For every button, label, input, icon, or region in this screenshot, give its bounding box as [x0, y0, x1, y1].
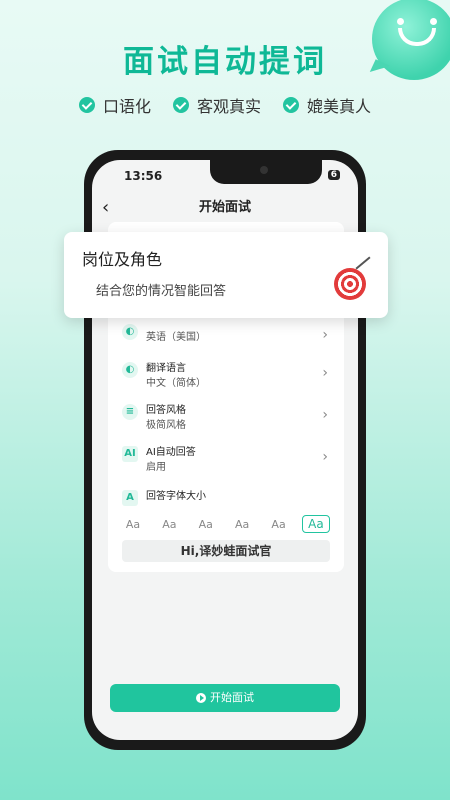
feature-item: 媲美真人 — [283, 93, 371, 117]
feature-item: 客观真实 — [172, 93, 261, 117]
font-size-options: Aa Aa Aa Aa Aa Aa — [120, 515, 330, 533]
list-icon: ≡ — [122, 404, 138, 420]
status-time: 13:56 — [124, 169, 163, 183]
phone-notch — [210, 160, 322, 184]
popup-subtitle: 结合您的情况智能回答 — [96, 284, 227, 299]
font-size-option[interactable]: Aa — [156, 518, 182, 531]
globe-icon: ◐ — [122, 324, 138, 340]
play-icon — [196, 693, 206, 703]
feature-list: 口语化 客观真实 媲美真人 — [0, 93, 450, 117]
setting-row-translate-language[interactable]: ◐ 翻译语言 中文（简体） › — [120, 356, 332, 396]
check-icon — [78, 97, 95, 113]
dart-icon — [355, 256, 371, 270]
check-icon — [172, 97, 189, 113]
font-size-option-selected[interactable]: Aa — [301, 515, 330, 533]
chevron-right-icon: › — [322, 327, 328, 343]
chevron-right-icon: › — [322, 365, 328, 381]
nav-bar: ‹ 开始面试 — [92, 196, 358, 220]
battery-icon: 6 — [327, 169, 340, 180]
start-interview-button[interactable]: 开始面试 — [110, 684, 340, 712]
popup-title: 岗位及角色 — [82, 250, 163, 269]
position-role-popup[interactable]: 岗位及角色 结合您的情况智能回答 — [64, 232, 388, 318]
font-preview: Hi,译妙蛙面试官 — [122, 540, 330, 562]
promo-headline: 面试自动提词 — [123, 44, 327, 80]
target-icon — [334, 268, 366, 300]
font-size-option[interactable]: Aa — [229, 518, 255, 531]
ai-icon: AI — [122, 446, 138, 462]
chevron-right-icon: › — [322, 449, 328, 465]
font-size-label-row: A 回答字体大小 — [120, 484, 332, 508]
font-size-option[interactable]: Aa — [193, 518, 219, 531]
chevron-right-icon: › — [322, 407, 328, 423]
font-size-option[interactable]: Aa — [120, 518, 146, 531]
back-arrow-icon[interactable]: ‹ — [102, 196, 109, 220]
font-size-icon: A — [122, 490, 138, 506]
check-icon — [283, 97, 299, 113]
font-size-option[interactable]: Aa — [266, 518, 292, 531]
camera-icon — [260, 166, 268, 174]
globe-icon: ◐ — [122, 362, 138, 378]
feature-item: 口语化 — [78, 93, 151, 117]
nav-title: 开始面试 — [198, 200, 251, 215]
setting-row-answer-style[interactable]: ≡ 回答风格 极简风格 › — [120, 398, 332, 438]
setting-row-ai-auto-answer[interactable]: AI AI自动回答 启用 › — [120, 440, 332, 480]
setting-row-language[interactable]: ◐ 英语（美国） › — [120, 318, 332, 358]
